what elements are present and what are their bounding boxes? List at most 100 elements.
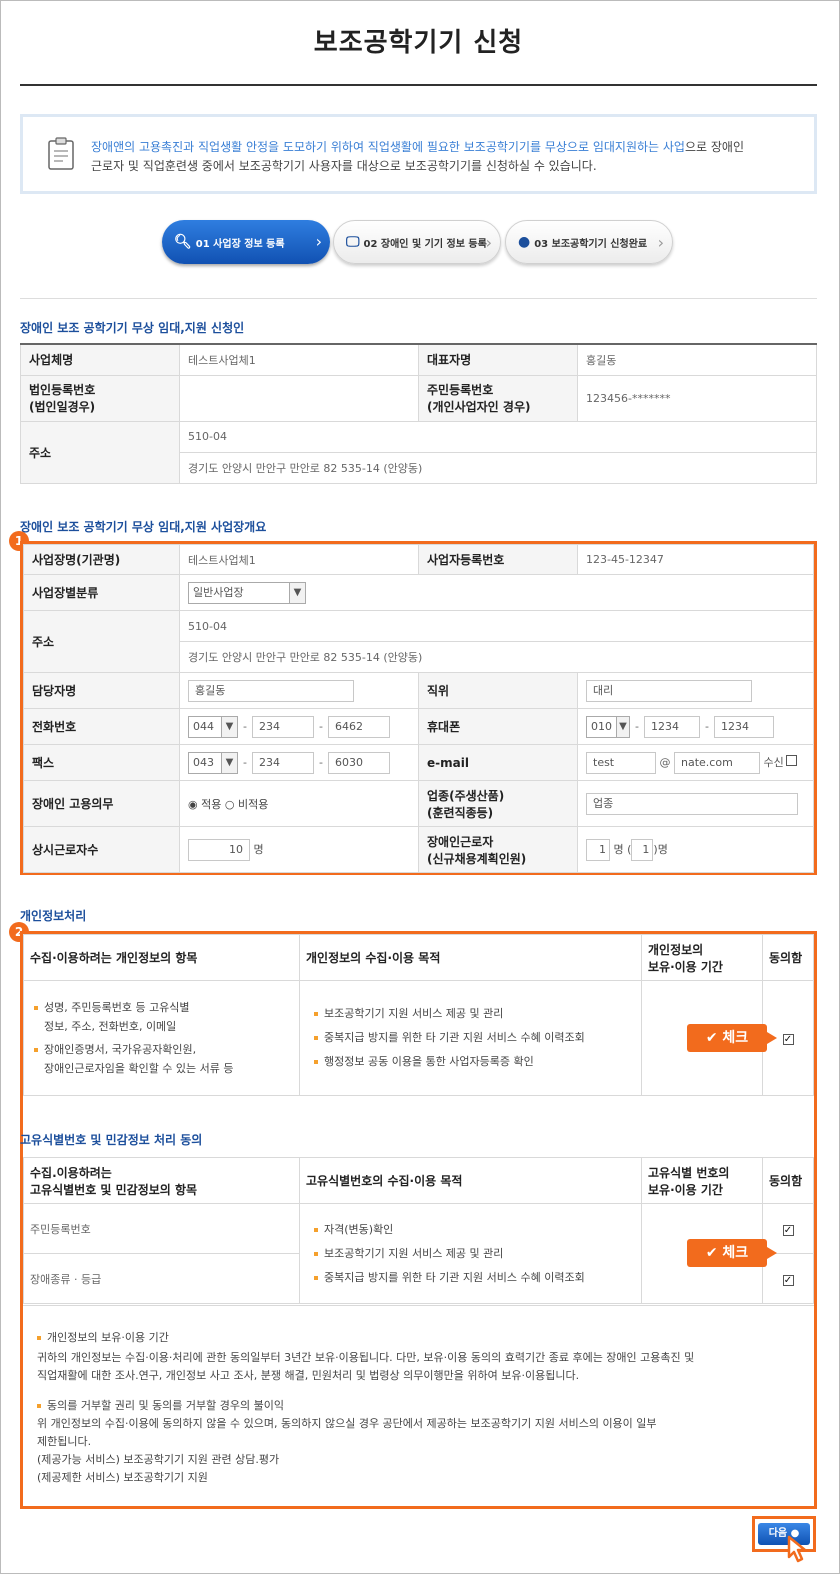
fax-last-input[interactable]: 6030: [328, 751, 390, 774]
check-callout-1: ✔ 체크: [687, 1024, 777, 1052]
biz-name-value: 테스트사업체1: [179, 343, 419, 376]
addr-value: 경기도 안양시 만안구 만안로 82 535-14 (안양동): [179, 451, 817, 484]
phone-label: 전화번호: [23, 708, 180, 745]
wp-name-label: 사업장명(기관명): [23, 544, 180, 575]
unique-agree-checkbox-1[interactable]: ✓: [782, 1224, 794, 1236]
step-3[interactable]: ● 03 보조공학기기 신청완료 ›: [505, 220, 673, 264]
privacy-col3: 개인정보의 보유·이용 기간: [641, 934, 763, 981]
position-input[interactable]: 대리: [586, 679, 752, 702]
section-divider: [20, 298, 817, 299]
notes-p2a: 위 개인정보의 수집·이용에 동의하지 않을 수 있으며, 동의하지 않으실 경…: [37, 1417, 657, 1430]
dis-plan-input[interactable]: 1: [631, 838, 654, 861]
mobile-mid-input[interactable]: 1234: [644, 715, 700, 738]
manager-input[interactable]: 홍길동: [188, 679, 354, 702]
step-3-label: 03 보조공학기기 신청완료: [534, 238, 648, 250]
unique-col4: 동의함: [762, 1157, 814, 1204]
bizno-label: 사업자등록번호: [418, 544, 578, 575]
workers-input[interactable]: 10: [188, 838, 250, 861]
notes-p1a: 귀하의 개인정보는 수집·이용·처리에 관한 동의일부터 3년간 보유·이용됩니…: [37, 1351, 695, 1364]
phone-area-select[interactable]: 044 ▼: [188, 715, 238, 738]
workplace-table: 사업장명(기관명) 테스트사업체1 사업자등록번호 123-45-12347 사…: [23, 544, 814, 873]
chevron-right-icon: ›: [485, 233, 492, 252]
phone-last-input[interactable]: 6462: [328, 715, 390, 738]
notes-p2b: 제한됩니다.: [37, 1435, 92, 1448]
notice-box: 장애앤의 고용촉진과 직업생활 안정을 도모하기 위하여 직업생활에 필요한 보…: [20, 114, 817, 194]
email-domain-input[interactable]: nate.com: [674, 751, 760, 774]
notes-p2d: (제공제한 서비스) 보조공학기기 지원: [37, 1471, 208, 1484]
notice-text-rest: 으로 장애인: [684, 140, 744, 154]
notice-highlight: 장애앤의 고용촉진과 직업생활 안정을 도모하기 위하여 직업생활에 필요한 보…: [91, 140, 685, 154]
corp-no-value: [179, 374, 419, 422]
duty-yes-radio[interactable]: ◉: [188, 798, 198, 811]
privacy-col2: 개인정보의 수집·이용 목적: [299, 934, 642, 981]
email-recv-checkbox[interactable]: [785, 754, 797, 766]
fax-area-select[interactable]: 043 ▼: [188, 751, 238, 774]
chevron-down-icon: ▼: [289, 582, 305, 603]
industry-input[interactable]: 업종: [586, 792, 798, 815]
mobile-prefix-select[interactable]: 010 ▼: [586, 715, 630, 738]
dis-workers-input[interactable]: 1: [586, 838, 610, 861]
chevron-down-icon: ▼: [616, 716, 629, 737]
wp-zip-value: 510-04: [179, 610, 814, 642]
monitor-icon: 🖵︎: [346, 234, 360, 250]
chevron-right-icon: ›: [657, 233, 664, 252]
type-label: 사업장별분류: [23, 574, 180, 611]
duty-yes-label: 적용: [201, 797, 222, 811]
email-label: e-mail: [418, 744, 578, 781]
email-recv-label: 수신: [763, 755, 784, 769]
unique-purpose-1: 자격(변동)확인: [324, 1222, 394, 1236]
privacy-item-2: 장애인증명서, 국가유공자확인원,: [44, 1043, 197, 1056]
step-2[interactable]: 🖵︎ 02 장애인 및 기기 정보 등록 ›: [333, 220, 501, 264]
check-callout-2: ✔ 체크: [687, 1239, 777, 1267]
fax-label: 팩스: [23, 744, 180, 781]
notes-p1b: 직업재활에 대한 조사.연구, 개인정보 사고 조사, 분쟁 해결, 민원처리 …: [37, 1369, 580, 1382]
workers-label: 상시근로자수: [23, 826, 180, 873]
privacy-col1: 수집·이용하려는 개인정보의 항목: [23, 934, 300, 981]
privacy-section-title: 개인정보처리: [20, 909, 87, 923]
unique-col2: 고유식별번호의 수집·이용 목적: [299, 1157, 642, 1204]
notes-p2c: (제공가능 서비스) 보조공학기기 지원 관련 상담.평가: [37, 1453, 280, 1466]
privacy-purpose-1: 보조공학기기 지원 서비스 제공 및 관리: [324, 1007, 504, 1020]
phone-mid-input[interactable]: 234: [252, 715, 314, 738]
rep-value: 홍길동: [577, 343, 817, 376]
wp-name-value: 테스트사업체1: [179, 544, 419, 575]
industry-label: 업종(주생산품) (훈련직종등): [418, 780, 578, 827]
dis-plan-unit: 명: [657, 842, 668, 856]
privacy-purposes-cell: 보조공학기기 지원 서비스 제공 및 관리 중복지급 방지를 위한 타 기관 지…: [299, 980, 642, 1096]
privacy-agree-checkbox[interactable]: ✓: [782, 1034, 794, 1045]
type-select[interactable]: 일반사업장 ▼: [188, 581, 306, 604]
mobile-label: 휴대폰: [418, 708, 578, 745]
biz-name-label: 사업체명: [20, 343, 180, 376]
chevron-right-icon: ›: [315, 232, 322, 251]
email-at: @: [659, 755, 671, 769]
privacy-item-1: 성명, 주민등록번호 등 고유식별: [44, 1001, 190, 1014]
mobile-last-input[interactable]: 1234: [714, 715, 774, 738]
email-user-input[interactable]: test: [586, 751, 656, 774]
duty-no-label: 비적용: [237, 797, 269, 811]
fax-mid-input[interactable]: 234: [252, 751, 314, 774]
unique-agree-checkbox-2[interactable]: ✓: [782, 1274, 794, 1286]
privacy-notes: 개인정보의 보유·이용 기간 귀하의 개인정보는 수집·이용·처리에 관한 동의…: [23, 1305, 814, 1505]
cursor-pointer-icon: [787, 1535, 807, 1563]
unique-row-1: 주민등록번호: [23, 1203, 300, 1254]
unique-col3: 고유식별 번호의 보유·이용 기간: [641, 1157, 763, 1204]
privacy-col4: 동의함: [762, 934, 814, 981]
dis-workers-label: 장애인근로자 (신규채용계획인원): [418, 826, 578, 873]
wp-addr-value: 경기도 안양시 만안구 만안로 82 535-14 (안양동): [179, 641, 814, 673]
unique-col1: 수집.이용하려는 고유식별번호 및 민감정보의 항목: [23, 1157, 300, 1204]
unique-section-title: 고유식별번호 및 민감정보 처리 동의: [20, 1133, 203, 1147]
corp-no-label: 법인등록번호 (법인일경우): [20, 374, 180, 422]
duty-no-radio[interactable]: ○: [225, 798, 235, 811]
privacy-purpose-2: 중복지급 방지를 위한 타 기관 지원 서비스 수혜 이력조회: [324, 1031, 585, 1044]
unique-row-2: 장애종류 · 등급: [23, 1253, 300, 1304]
step-2-label: 02 장애인 및 기기 정보 등록: [363, 238, 487, 250]
workers-unit: 명: [253, 842, 264, 856]
rep-label: 대표자명: [418, 343, 578, 376]
step-1[interactable]: 🔍︎ 01 사업장 정보 등록 ›: [162, 220, 330, 264]
rrn-value: 123456-*******: [577, 374, 817, 422]
privacy-item-2b: 장애인근로자임을 확인할 수 있는 서류 등: [44, 1062, 234, 1075]
chevron-down-icon: ▼: [221, 752, 237, 773]
addr-label: 주소: [20, 420, 180, 484]
duty-label: 장애인 고용의무: [23, 780, 180, 827]
unique-purposes-cell: 자격(변동)확인 보조공학기기 지원 서비스 제공 및 관리 중복지급 방지를 …: [299, 1203, 642, 1304]
